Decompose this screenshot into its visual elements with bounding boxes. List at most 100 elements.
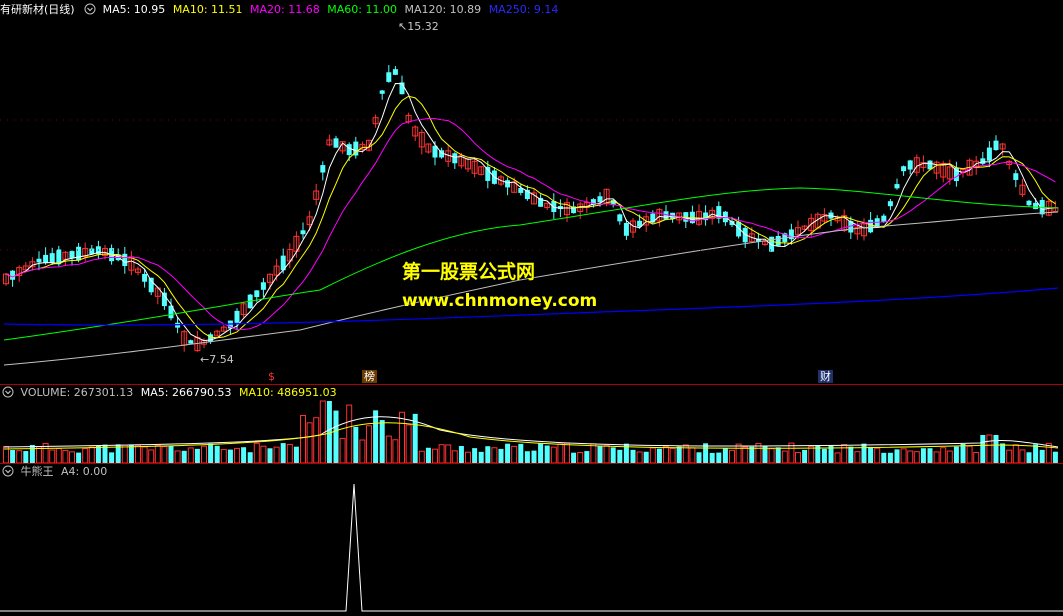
volume-bar bbox=[557, 443, 564, 463]
candlestick-chart[interactable] bbox=[0, 0, 1063, 384]
candle bbox=[907, 159, 913, 175]
candle bbox=[953, 161, 959, 187]
volume-bar bbox=[768, 448, 775, 463]
volume-bar bbox=[498, 448, 504, 463]
volume-bar bbox=[980, 435, 986, 463]
volume-bar bbox=[584, 451, 590, 463]
volume-bar bbox=[913, 451, 920, 463]
candle bbox=[313, 183, 320, 206]
volume-header: VOLUME: 267301.13 MA5: 266790.53 MA10: 4… bbox=[0, 385, 341, 401]
event-mark-cai[interactable]: 财 bbox=[818, 370, 833, 383]
candle bbox=[412, 125, 419, 141]
volume-bar bbox=[636, 451, 643, 463]
candle bbox=[372, 114, 379, 128]
volume-bar bbox=[610, 447, 616, 463]
candle bbox=[742, 225, 748, 249]
volume-bar bbox=[109, 452, 115, 463]
candle bbox=[1026, 199, 1032, 207]
volume-bar bbox=[227, 449, 233, 463]
volume-bar bbox=[201, 445, 207, 463]
candle bbox=[564, 198, 570, 222]
volume-bar bbox=[729, 449, 735, 463]
volume-bar bbox=[432, 448, 438, 463]
volume-bar bbox=[577, 451, 584, 463]
candle bbox=[478, 166, 485, 176]
candle bbox=[663, 205, 669, 221]
volume-bar bbox=[49, 449, 56, 463]
volume-bar bbox=[649, 447, 656, 463]
volume-bar bbox=[953, 446, 959, 463]
candle bbox=[716, 201, 722, 224]
settings-icon[interactable] bbox=[2, 386, 14, 398]
candle bbox=[161, 287, 167, 310]
volume-ma5: MA5: 266790.53 bbox=[140, 386, 232, 399]
candle bbox=[676, 212, 683, 224]
candle bbox=[630, 218, 636, 239]
volume-bar bbox=[333, 410, 339, 463]
candle bbox=[1013, 169, 1019, 188]
volume-bar bbox=[241, 447, 247, 463]
candle bbox=[333, 135, 339, 148]
volume-bar bbox=[208, 443, 214, 463]
settings-icon[interactable] bbox=[2, 465, 14, 477]
volume-bar bbox=[841, 444, 848, 463]
volume-bar bbox=[339, 437, 346, 463]
volume-bar bbox=[399, 411, 405, 463]
ma120-label: MA120: 10.89 bbox=[404, 3, 482, 16]
ma20-label: MA20: 11.68 bbox=[250, 3, 320, 16]
low-arrow-icon: ← bbox=[200, 353, 210, 366]
volume-bar bbox=[187, 447, 194, 463]
volume-bar bbox=[848, 446, 854, 463]
volume-bar bbox=[366, 425, 372, 463]
volume-bar bbox=[597, 445, 603, 463]
candle bbox=[353, 136, 359, 159]
candle bbox=[10, 270, 16, 287]
volume-bar bbox=[861, 443, 867, 463]
volume-bar bbox=[359, 439, 366, 463]
candle bbox=[617, 213, 623, 225]
volume-pane[interactable]: VOLUME: 267301.13 MA5: 266790.53 MA10: 4… bbox=[0, 385, 1063, 463]
volume-bar bbox=[154, 444, 161, 463]
volume-bar bbox=[518, 443, 524, 463]
price-header: 有研新材(日线) MA5: 10.95 MA10: 11.51 MA20: 11… bbox=[0, 2, 562, 18]
candle bbox=[933, 160, 940, 180]
settings-icon[interactable] bbox=[84, 3, 96, 15]
candle bbox=[399, 75, 405, 95]
indicator-a4: A4: 0.00 bbox=[61, 465, 108, 478]
volume-bar bbox=[445, 444, 452, 463]
volume-bar bbox=[505, 443, 511, 463]
ma250-label: MA250: 9.14 bbox=[488, 3, 559, 16]
candle bbox=[901, 165, 907, 176]
candle bbox=[29, 257, 36, 271]
volume-bar bbox=[392, 439, 399, 463]
volume-bar bbox=[630, 449, 636, 463]
candle bbox=[260, 277, 266, 298]
candle bbox=[326, 134, 333, 147]
event-mark-bang[interactable]: 榜 bbox=[362, 370, 377, 383]
volume-bar bbox=[385, 435, 392, 463]
indicator-line bbox=[0, 483, 1063, 612]
ma5-label: MA5: 10.95 bbox=[102, 3, 166, 16]
candle bbox=[194, 330, 201, 352]
volume-bar bbox=[353, 426, 359, 463]
volume-bar bbox=[161, 446, 168, 463]
event-mark-dollar[interactable]: $ bbox=[266, 370, 277, 383]
volume-bar bbox=[346, 404, 353, 463]
volume-bar bbox=[451, 450, 458, 463]
volume-bar bbox=[894, 449, 900, 463]
volume-bar bbox=[306, 422, 313, 463]
volume-bar bbox=[1039, 449, 1045, 463]
high-arrow-icon: ↖ bbox=[398, 20, 408, 33]
candle bbox=[670, 212, 676, 223]
volume-bar bbox=[834, 452, 841, 463]
volume-bar bbox=[16, 450, 23, 463]
price-pane[interactable]: 有研新材(日线) MA5: 10.95 MA10: 11.51 MA20: 11… bbox=[0, 0, 1063, 384]
indicator-pane[interactable]: 牛熊王 A4: 0.00 bbox=[0, 464, 1063, 616]
watermark-title: 第一股票公式网 bbox=[402, 261, 536, 283]
volume-bar bbox=[69, 451, 75, 463]
indicator-chart[interactable] bbox=[0, 464, 1063, 616]
candle bbox=[894, 178, 900, 190]
volume-bar bbox=[907, 450, 914, 463]
candle bbox=[465, 158, 471, 173]
volume-bar bbox=[135, 444, 141, 463]
